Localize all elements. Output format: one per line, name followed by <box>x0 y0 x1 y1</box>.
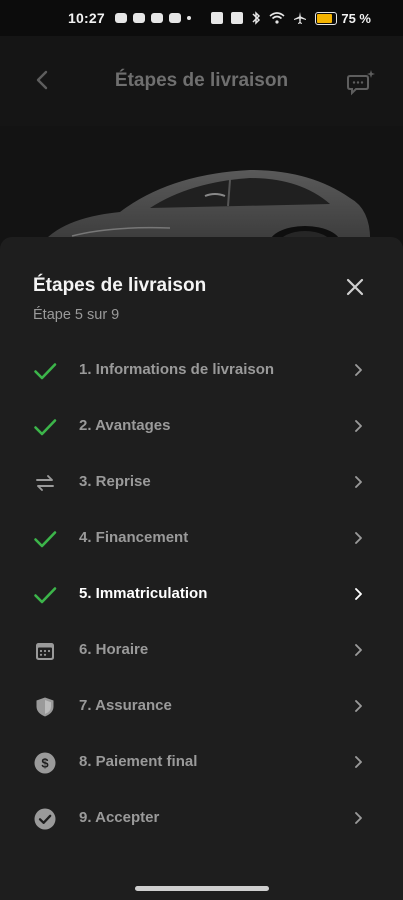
chevron-right-icon <box>352 587 364 601</box>
step-row[interactable]: 5. Immatriculation <box>0 566 403 622</box>
dollar-circle-icon: $ <box>33 751 57 775</box>
sheet-title: Étapes de livraison <box>33 275 207 296</box>
step-row[interactable]: $8. Paiement final <box>0 734 403 790</box>
swap-arrows-icon <box>33 471 57 495</box>
airplane-icon <box>294 12 307 24</box>
chevron-right-icon <box>352 475 364 489</box>
step-label: 2. Avantages <box>79 417 171 434</box>
battery-icon <box>315 11 338 25</box>
chat-sparkle-icon <box>347 70 375 96</box>
step-label: 4. Financement <box>79 529 189 546</box>
notification-icons <box>114 13 191 23</box>
steps-list: 1. Informations de livraison 2. Avantages… <box>0 342 403 846</box>
screen: 10:27 75 % Étapes de livraison Étapes de… <box>0 0 403 900</box>
step-row[interactable]: 3. Reprise <box>0 454 403 510</box>
step-label: 5. Immatriculation <box>79 585 208 602</box>
page-title: Étapes de livraison <box>114 70 289 91</box>
video-notification-icon <box>150 13 163 23</box>
step-label: 6. Horaire <box>79 641 149 658</box>
step-row[interactable]: 6. Horaire <box>0 622 403 678</box>
status-right: 75 % <box>211 0 371 36</box>
shield-icon <box>33 695 57 719</box>
home-indicator[interactable] <box>135 886 269 891</box>
chevron-right-icon <box>352 643 364 657</box>
battery-percent: 75 % <box>341 10 371 26</box>
step-label: 9. Accepter <box>79 809 160 826</box>
step-row[interactable]: 4. Financement <box>0 510 403 566</box>
battery-indicator: 75 % <box>315 11 371 26</box>
step-progress-text: Étape 5 sur 9 <box>33 307 120 323</box>
check-icon <box>33 527 57 551</box>
status-bar: 10:27 75 % <box>0 0 403 36</box>
step-row[interactable]: 7. Assurance <box>0 678 403 734</box>
step-row[interactable]: 1. Informations de livraison <box>0 342 403 398</box>
chevron-right-icon <box>352 363 364 377</box>
chevron-right-icon <box>352 811 364 825</box>
chat-button[interactable] <box>346 68 376 96</box>
chat-notification-icon <box>114 13 127 23</box>
car-image <box>0 126 403 246</box>
chevron-right-icon <box>352 531 364 545</box>
car-illustration <box>40 170 371 246</box>
step-label: 8. Paiement final <box>79 753 198 770</box>
step-row[interactable]: 9. Accepter <box>0 790 403 846</box>
calendar-icon <box>33 639 57 663</box>
check-circle-icon <box>33 807 57 831</box>
nfc-icon <box>211 12 224 24</box>
vibrate-icon <box>231 12 244 24</box>
chevron-right-icon <box>352 419 364 433</box>
app-notification-icon <box>168 13 181 23</box>
close-icon <box>346 278 364 296</box>
step-label: 7. Assurance <box>79 697 172 714</box>
step-row[interactable]: 2. Avantages <box>0 398 403 454</box>
more-notifications-icon <box>186 16 191 20</box>
close-button[interactable] <box>343 275 367 299</box>
chevron-right-icon <box>352 699 364 713</box>
check-icon <box>33 583 57 607</box>
wifi-icon <box>269 12 285 24</box>
check-icon <box>33 359 57 383</box>
delivery-steps-sheet: Étapes de livraison Étape 5 sur 9 1. Inf… <box>0 237 403 900</box>
step-label: 3. Reprise <box>79 473 151 490</box>
bluetooth-icon <box>252 11 261 25</box>
status-time: 10:27 <box>68 10 105 26</box>
step-label: 1. Informations de livraison <box>79 361 275 378</box>
svg-text:$: $ <box>41 756 49 771</box>
video-notification-icon <box>132 13 145 23</box>
chevron-right-icon <box>352 755 364 769</box>
check-icon <box>33 415 57 439</box>
